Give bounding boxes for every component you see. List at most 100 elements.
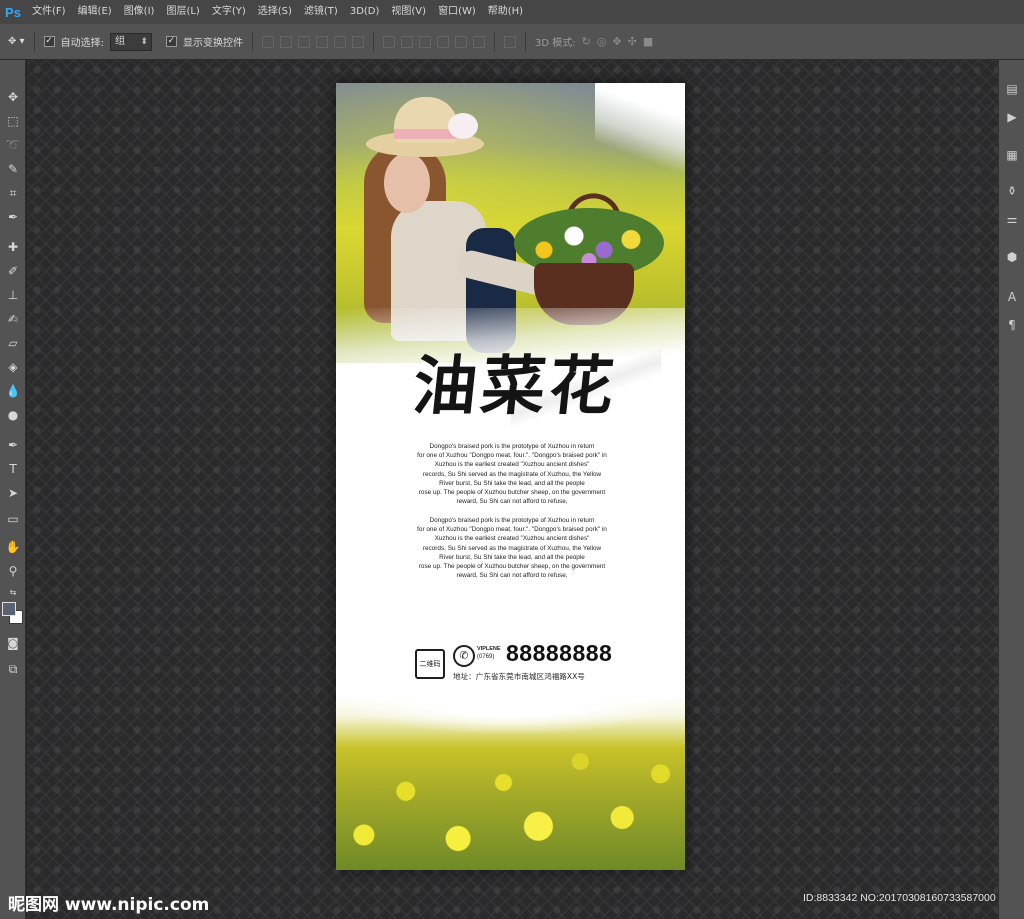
zoom-icon[interactable]: ⚲ (4, 562, 22, 580)
align-left-icon[interactable] (315, 35, 328, 48)
brush-stroke-top (595, 83, 685, 173)
auto-align-icon[interactable] (503, 35, 516, 48)
nipic-watermark: 昵图网 www.nipic.com (8, 895, 210, 915)
paragraph-line: records, Su Shi served as the magistrate… (422, 470, 602, 478)
flowers-fade (336, 695, 685, 735)
paint-bucket-icon[interactable]: ◈ (4, 358, 22, 376)
show-transform-checkbox[interactable]: ✓ (165, 36, 177, 47)
distribute-left-icon[interactable] (436, 35, 449, 48)
photoshop-window: Ps 文件(F) 编辑(E) 图像(I) 图层(L) 文字(Y) 选择(S) 滤… (0, 0, 1024, 919)
brush-panel-icon[interactable]: ⚱ (1003, 182, 1021, 200)
move-icon[interactable]: ✥ (4, 88, 22, 106)
poster-document[interactable]: 油菜花 Dongpo's braised pork is the prototy… (336, 83, 685, 870)
paragraph-line: Xuzhou is the earliest created "Xuzhou a… (434, 535, 590, 543)
app-logo[interactable]: Ps (0, 0, 26, 24)
roll-3d-icon[interactable]: ◎ (597, 35, 607, 48)
screen-mode-icon[interactable]: ⧉ (4, 660, 22, 678)
paragraph-line: for one of Xuzhou "Dongpo meat, four.". … (417, 452, 607, 460)
menu-view[interactable]: 视图(V) (385, 0, 432, 24)
distribute-vcenter-icon[interactable] (400, 35, 413, 48)
area-code: (0769) (477, 654, 495, 660)
history-brush-icon[interactable]: ✍ (4, 310, 22, 328)
menu-layer[interactable]: 图层(L) (160, 0, 205, 24)
phone-number: 88888888 (506, 640, 613, 666)
quick-mask-icon[interactable]: ◙ (4, 634, 22, 652)
slide-3d-icon[interactable]: ✣ (628, 35, 637, 48)
align-vcenter-icon[interactable] (279, 35, 292, 48)
auto-select-checkbox[interactable]: ✓ (43, 36, 55, 47)
history-panel-icon[interactable]: ▤ (1003, 80, 1021, 98)
divider (33, 31, 35, 52)
menu-image[interactable]: 图像(I) (118, 0, 161, 24)
divider (524, 31, 526, 52)
distribute-hcenter-icon[interactable] (454, 35, 467, 48)
quick-select-icon[interactable]: ✎ (4, 160, 22, 178)
menu-3d[interactable]: 3D(D) (344, 0, 386, 24)
menu-select[interactable]: 选择(S) (252, 0, 298, 24)
adjustments-panel-icon[interactable]: ⚌ (1003, 210, 1021, 228)
marquee-icon[interactable]: ⬚ (4, 112, 22, 130)
rotate-3d-icon[interactable]: ↻ (582, 35, 591, 48)
menu-filter[interactable]: 滤镜(T) (298, 0, 344, 24)
distribute-right-icon[interactable] (472, 35, 485, 48)
poster-title: 油菜花 (409, 349, 622, 424)
distribute-top-icon[interactable] (382, 35, 395, 48)
stamp-icon[interactable]: ⊥ (4, 286, 22, 304)
3d-panel-icon[interactable]: ⬢ (1003, 248, 1021, 266)
type-icon[interactable]: T (4, 460, 22, 478)
pen-icon[interactable]: ✒ (4, 436, 22, 454)
auto-select-label: 自动选择: (60, 38, 104, 49)
phone-icon: ✆ (453, 645, 475, 667)
paragraph-line: River burst, Su Shi take the lead, and a… (439, 479, 585, 487)
paragraph-line: Dongpo's braised pork is the prototype o… (429, 517, 595, 524)
menu-window[interactable]: 窗口(W) (432, 0, 482, 24)
menu-help[interactable]: 帮助(H) (482, 0, 529, 24)
paragraph-line: reward, Su Shi can not afford to refuse, (456, 572, 568, 580)
distribute-bottom-icon[interactable] (418, 35, 431, 48)
poster-paragraph-1: Dongpo's braised pork is the prototype o… (392, 442, 632, 506)
paragraph-line: Dongpo's braised pork is the prototype o… (429, 443, 595, 450)
character-panel-icon[interactable]: A (1003, 288, 1021, 306)
swatches-panel-icon[interactable]: ▦ (1003, 146, 1021, 164)
foreground-color-swatch[interactable] (2, 602, 16, 616)
actions-play-icon[interactable]: ▶ (1003, 108, 1021, 126)
path-select-icon[interactable]: ➤ (4, 484, 22, 502)
menu-type[interactable]: 文字(Y) (206, 0, 252, 24)
align-top-icon[interactable] (261, 35, 274, 48)
drag-3d-icon[interactable]: ✥ (612, 35, 621, 48)
eraser-icon[interactable]: ▱ (4, 334, 22, 352)
paragraph-line: records, Su Shi served as the magistrate… (422, 544, 602, 552)
eyedropper-icon[interactable]: ✒ (4, 208, 22, 226)
menu-file[interactable]: 文件(F) (26, 0, 72, 24)
align-bottom-icon[interactable] (297, 35, 310, 48)
menu-edit[interactable]: 编辑(E) (72, 0, 118, 24)
qr-code-placeholder: 二维码 (415, 649, 445, 679)
blur-icon[interactable]: 💧 (4, 382, 22, 400)
lasso-icon[interactable]: ➰ (4, 136, 22, 154)
paragraph-line: rose up. The people of Xuzhou butcher sh… (418, 489, 606, 497)
divider (372, 31, 374, 52)
swap-colors-icon[interactable]: ⇆ (4, 584, 22, 602)
paragraph-line: rose up. The people of Xuzhou butcher sh… (418, 563, 606, 571)
scale-3d-icon[interactable]: ■ (643, 35, 653, 48)
divider (251, 31, 253, 52)
options-bar: ✥ ▾ ✓ 自动选择: 组 ✓ 显示变换控件 3D 模式: ↻ ◎ ✥ ✣ ■ (0, 24, 1024, 60)
girl-face (384, 153, 430, 213)
divider (493, 31, 495, 52)
auto-select-dropdown[interactable]: 组 (109, 32, 152, 51)
rectangle-icon[interactable]: ▭ (4, 510, 22, 528)
dodge-icon[interactable]: ● (4, 406, 22, 424)
align-right-icon[interactable] (351, 35, 364, 48)
menu-bar: Ps 文件(F) 编辑(E) 图像(I) 图层(L) 文字(Y) 选择(S) 滤… (0, 0, 1024, 24)
mode-3d-label: 3D 模式: (534, 38, 576, 49)
address: 地址：广东省东莞市南城区鸿福路XX号 (453, 672, 585, 681)
hand-icon[interactable]: ✋ (4, 538, 22, 556)
poster-paragraph-2: Dongpo's braised pork is the prototype o… (392, 516, 632, 580)
move-tool-preset-icon[interactable]: ✥ ▾ (8, 36, 25, 47)
align-hcenter-icon[interactable] (333, 35, 346, 48)
crop-icon[interactable]: ⌗ (4, 184, 22, 202)
brush-icon[interactable]: ✐ (4, 262, 22, 280)
healing-icon[interactable]: ✚ (4, 238, 22, 256)
hat-flower (448, 113, 478, 139)
paragraph-panel-icon[interactable]: ¶ (1003, 316, 1021, 334)
